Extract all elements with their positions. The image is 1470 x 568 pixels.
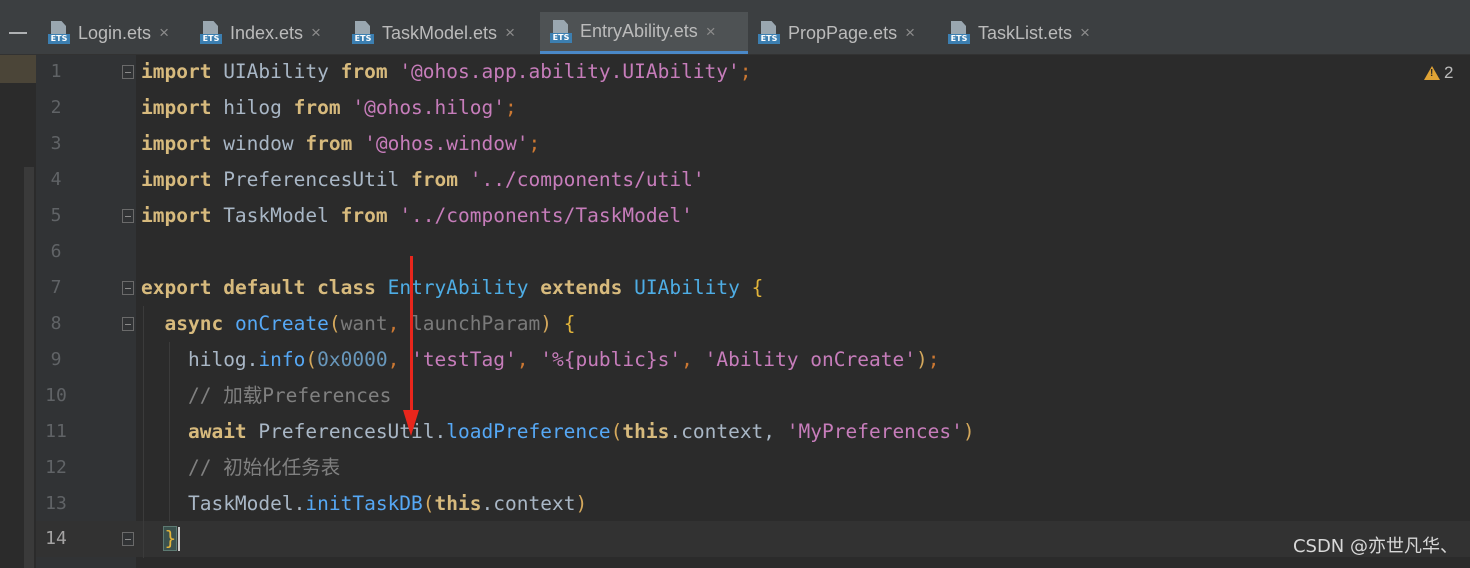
code-line-9[interactable]: hilog.info(0x0000, 'testTag', '%{public}…: [141, 342, 939, 378]
code-line-1[interactable]: import UIAbility from '@ohos.app.ability…: [141, 54, 752, 90]
code-line-4[interactable]: import PreferencesUtil from '../componen…: [141, 162, 705, 198]
watermark: CSDN @亦世凡华、: [1292, 536, 1458, 557]
ide-window: ETS Login.ets × ETS Index.ets × ETS Task…: [0, 0, 1470, 568]
tab-taskmodel[interactable]: ETS TaskModel.ets ×: [352, 12, 536, 54]
ets-file-icon: ETS: [352, 21, 374, 45]
tab-proppage[interactable]: ETS PropPage.ets ×: [758, 12, 938, 54]
tab-tasklist[interactable]: ETS TaskList.ets ×: [948, 12, 1108, 54]
line-number-current: 14: [45, 528, 67, 549]
line-number: 10: [45, 385, 67, 406]
fold-marker-icon[interactable]: [122, 532, 134, 546]
code-line-10[interactable]: // 加载Preferences: [141, 378, 391, 414]
close-icon[interactable]: ×: [505, 23, 515, 43]
line-number: 8: [50, 313, 62, 334]
line-number: 13: [45, 493, 67, 514]
code-line-11[interactable]: await PreferencesUtil.loadPreference(thi…: [141, 414, 975, 450]
line-number: 9: [50, 349, 62, 370]
line-number: 7: [50, 277, 62, 298]
line-number: 1: [50, 61, 62, 82]
left-tool-panel: [0, 55, 36, 568]
close-icon[interactable]: ×: [706, 22, 716, 42]
ets-file-icon: ETS: [200, 21, 222, 45]
ets-file-icon: ETS: [948, 21, 970, 45]
line-number: 4: [50, 169, 62, 190]
ets-file-icon: ETS: [48, 21, 70, 45]
close-icon[interactable]: ×: [905, 23, 915, 43]
code-line-5[interactable]: import TaskModel from '../components/Tas…: [141, 198, 693, 234]
ets-file-icon: ETS: [758, 21, 780, 45]
code-line-14[interactable]: }: [141, 521, 178, 557]
close-icon[interactable]: ×: [1080, 23, 1090, 43]
line-number: 6: [50, 241, 62, 262]
line-number: 12: [45, 457, 67, 478]
tab-entryability[interactable]: ETS EntryAbility.ets ×: [540, 12, 748, 54]
fold-marker-icon[interactable]: [122, 65, 134, 79]
text-cursor: [178, 527, 180, 551]
warning-icon: [1424, 66, 1440, 80]
line-number: 5: [50, 205, 62, 226]
code-line-8[interactable]: async onCreate(want, launchParam) {: [141, 306, 575, 342]
close-icon[interactable]: ×: [311, 23, 321, 43]
annotation-arrow-shaft: [410, 256, 413, 414]
tab-list-menu-icon[interactable]: [0, 12, 36, 54]
line-number: 3: [50, 133, 62, 154]
current-line-highlight: [136, 521, 1470, 557]
tab-label: TaskList.ets: [978, 22, 1073, 43]
warnings-indicator[interactable]: 2: [1424, 62, 1453, 84]
close-icon[interactable]: ×: [159, 23, 169, 43]
tab-label: PropPage.ets: [788, 22, 898, 43]
code-line-3[interactable]: import window from '@ohos.window';: [141, 126, 540, 162]
code-line-7[interactable]: export default class EntryAbility extend…: [141, 270, 763, 306]
tab-login[interactable]: ETS Login.ets ×: [48, 12, 190, 54]
tab-index[interactable]: ETS Index.ets ×: [200, 12, 340, 54]
editor-tab-bar: ETS Login.ets × ETS Index.ets × ETS Task…: [0, 12, 1470, 55]
left-panel-scrollbar[interactable]: [24, 167, 34, 568]
tab-label: EntryAbility.ets: [580, 21, 698, 41]
code-line-12[interactable]: // 初始化任务表: [141, 450, 340, 486]
fold-marker-icon[interactable]: [122, 281, 134, 295]
fold-marker-icon[interactable]: [122, 209, 134, 223]
tab-label: Login.ets: [78, 22, 152, 43]
line-number: 2: [50, 97, 62, 118]
tab-label: Index.ets: [230, 22, 304, 43]
warning-count: 2: [1444, 63, 1454, 82]
fold-marker-icon[interactable]: [122, 317, 134, 331]
code-line-2[interactable]: import hilog from '@ohos.hilog';: [141, 90, 517, 126]
code-line-13[interactable]: TaskModel.initTaskDB(this.context): [141, 486, 587, 522]
line-number: 11: [45, 421, 67, 442]
left-panel-highlight: [0, 55, 36, 83]
tab-label: TaskModel.ets: [382, 22, 498, 43]
ets-file-icon: ETS: [550, 19, 572, 44]
annotation-arrow-head-icon: [403, 410, 419, 436]
